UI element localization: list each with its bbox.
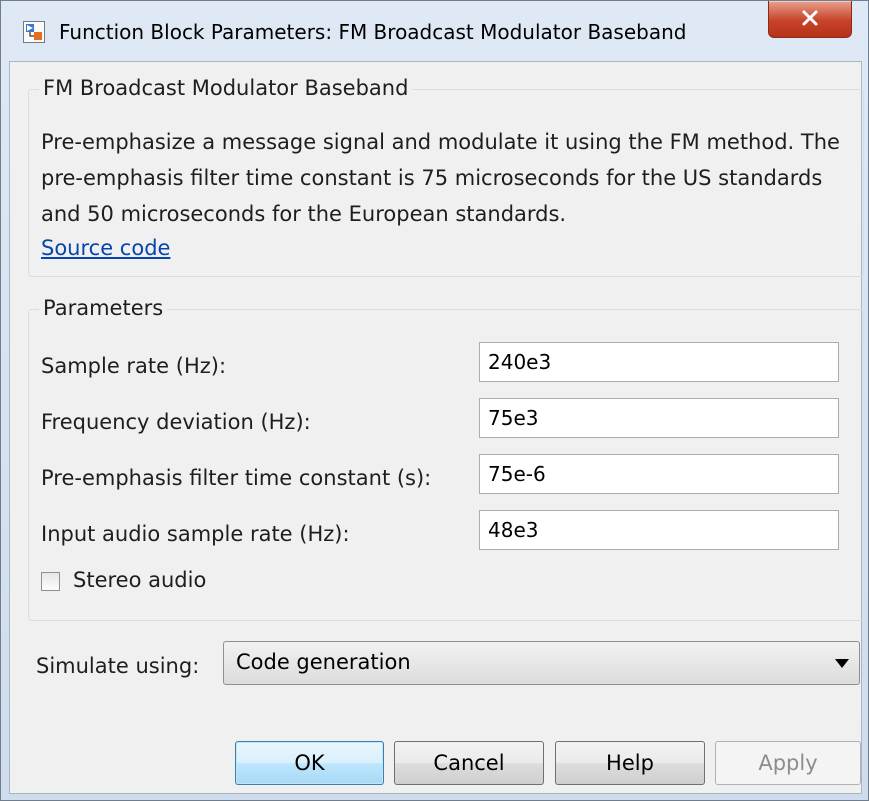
description-group: FM Broadcast Modulator Baseband Pre-emph… bbox=[28, 76, 864, 277]
simulate-using-dropdown[interactable]: Code generation bbox=[223, 641, 860, 685]
title-bar[interactable]: Function Block Parameters: FM Broadcast … bbox=[1, 1, 868, 61]
audio-sample-rate-input[interactable]: 48e3 bbox=[479, 510, 839, 550]
simulate-using-value: Code generation bbox=[236, 650, 411, 674]
dialog-window: Function Block Parameters: FM Broadcast … bbox=[0, 0, 869, 801]
time-constant-label: Pre-emphasis filter time constant (s): bbox=[41, 466, 432, 490]
audio-sample-rate-label: Input audio sample rate (Hz): bbox=[41, 522, 350, 546]
parameters-group-title: Parameters bbox=[39, 296, 168, 320]
window-title: Function Block Parameters: FM Broadcast … bbox=[59, 20, 687, 44]
stereo-audio-label[interactable]: Stereo audio bbox=[73, 568, 206, 592]
close-button[interactable] bbox=[768, 1, 852, 38]
apply-button[interactable]: Apply bbox=[715, 741, 861, 785]
sample-rate-label: Sample rate (Hz): bbox=[41, 354, 227, 378]
sample-rate-input[interactable]: 240e3 bbox=[479, 342, 839, 382]
frequency-deviation-input[interactable]: 75e3 bbox=[479, 398, 839, 438]
parameters-group: Parameters Sample rate (Hz): 240e3 Frequ… bbox=[28, 296, 864, 621]
stereo-audio-checkbox[interactable] bbox=[41, 572, 60, 591]
cancel-button[interactable]: Cancel bbox=[394, 741, 544, 785]
simulink-block-icon bbox=[23, 21, 45, 43]
source-code-link[interactable]: Source code bbox=[41, 236, 170, 260]
time-constant-input[interactable]: 75e-6 bbox=[479, 454, 839, 494]
simulate-using-label: Simulate using: bbox=[36, 654, 200, 678]
dialog-client: FM Broadcast Modulator Baseband Pre-emph… bbox=[9, 61, 864, 794]
help-button[interactable]: Help bbox=[555, 741, 705, 785]
frequency-deviation-label: Frequency deviation (Hz): bbox=[41, 410, 311, 434]
description-group-title: FM Broadcast Modulator Baseband bbox=[39, 76, 413, 100]
close-icon bbox=[802, 10, 818, 26]
block-description: Pre-emphasize a message signal and modul… bbox=[41, 130, 840, 226]
ok-button[interactable]: OK bbox=[235, 741, 384, 785]
dropdown-arrow-icon bbox=[835, 659, 849, 668]
